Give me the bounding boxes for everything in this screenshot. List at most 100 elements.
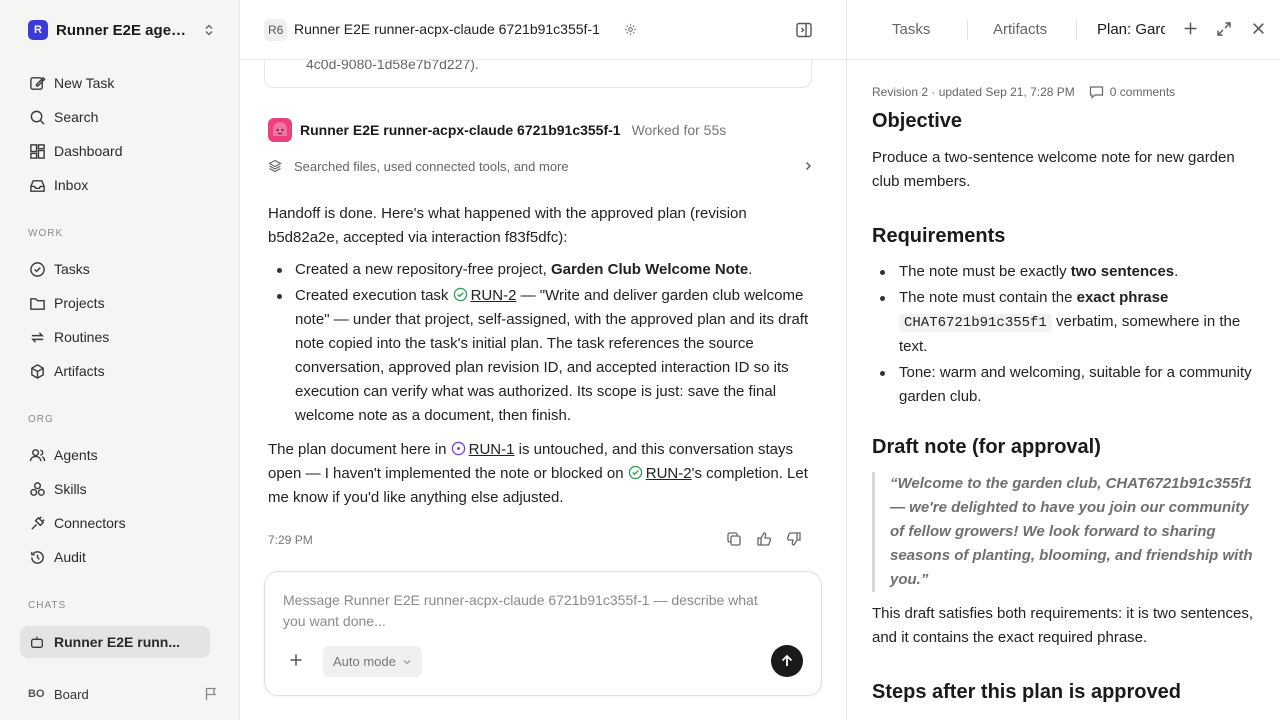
thumbs-down-icon[interactable]: [786, 531, 802, 547]
mode-selector[interactable]: Auto mode: [323, 646, 422, 677]
message-input[interactable]: [283, 590, 783, 636]
run-2-link[interactable]: RUN-2: [646, 465, 692, 482]
message-bullet: Created a new repository-free project, G…: [268, 258, 816, 282]
chat-title: Runner E2E runner-acpx-claude 6721b91c35…: [294, 21, 600, 37]
tool-summary-label: Searched files, used connected tools, an…: [294, 158, 569, 174]
plan-panel: Tasks Artifacts Plan: Garden Club Welcom…: [846, 0, 1280, 720]
tab-tasks[interactable]: Tasks: [892, 20, 930, 40]
workspace-switcher[interactable]: R Runner E2E agen...: [20, 16, 216, 44]
sidebar-item-tasks[interactable]: Tasks: [20, 252, 210, 286]
close-icon[interactable]: [1251, 21, 1266, 36]
expand-icon[interactable]: [1216, 21, 1232, 37]
agent-message-body: Handoff is done. Here's what happened wi…: [268, 202, 816, 516]
chat-pane: 4c0d-9080-1d58e7b7d227). R6 Runner E2E r…: [240, 0, 846, 720]
repeat-icon: [28, 328, 46, 346]
send-button[interactable]: [771, 645, 803, 677]
box-icon: [28, 362, 46, 380]
section-label-org: ORG: [28, 414, 54, 425]
sidebar-item-connectors[interactable]: Connectors: [20, 506, 210, 540]
requirement-item: The note must be exactly two sentences.: [872, 260, 1264, 284]
copy-icon[interactable]: [726, 531, 742, 547]
flag-icon[interactable]: [204, 687, 218, 701]
board-row[interactable]: BO Board: [28, 682, 218, 706]
arrow-up-icon: [780, 654, 794, 668]
sidebar-item-audit[interactable]: Audit: [20, 540, 210, 574]
section-label-chats: CHATS: [28, 600, 67, 611]
plus-icon[interactable]: [289, 653, 303, 667]
avatar: BO: [28, 688, 45, 700]
plug-icon: [28, 514, 46, 532]
requirement-text: .: [1174, 263, 1179, 280]
folder-icon: [28, 294, 46, 312]
revision-info: Revision 2 · updated Sep 21, 7:28 PM 0 c…: [872, 83, 1175, 101]
sidebar-item-dashboard[interactable]: Dashboard: [20, 134, 210, 168]
run-1-link[interactable]: RUN-1: [469, 441, 515, 458]
requirements-heading: Requirements: [872, 225, 1006, 247]
requirement-emphasis: exact phrase: [1076, 289, 1169, 306]
bullet-text: Created a new repository-free project,: [295, 261, 551, 278]
sidebar-top-nav: New Task Search Dashboard Inbox: [20, 66, 210, 202]
sidebar-item-label: Artifacts: [54, 363, 105, 379]
bullet-text: — "Write and deliver garden club welcome…: [295, 287, 809, 424]
toggle-panel-icon[interactable]: [795, 21, 813, 39]
objective-text: Produce a two-sentence welcome note for …: [872, 149, 1235, 190]
search-icon: [28, 108, 46, 126]
tab-divider: [1076, 20, 1077, 40]
tab-artifacts[interactable]: Artifacts: [993, 20, 1047, 40]
settings-icon[interactable]: [624, 23, 637, 36]
comments-button[interactable]: 0 comments: [1089, 85, 1175, 99]
sidebar-item-label: Connectors: [54, 515, 126, 531]
layers-icon: [268, 159, 282, 173]
sidebar-item-label: Skills: [54, 481, 87, 497]
bullet-text: Created execution task: [295, 287, 453, 304]
sidebar-item-search[interactable]: Search: [20, 100, 210, 134]
chevron-up-down-icon: [202, 23, 216, 37]
requirement-text: The note must contain the: [899, 289, 1077, 306]
history-icon: [28, 548, 46, 566]
agent-avatar: [268, 118, 292, 142]
requirement-text: The note must be exactly: [899, 263, 1071, 280]
message-composer: Auto mode: [264, 571, 822, 696]
section-label-work: WORK: [28, 228, 64, 239]
requirement-emphasis: two sentences: [1070, 263, 1175, 280]
sidebar-org-nav: Agents Skills Connectors Audit: [20, 438, 210, 574]
sidebar-item-projects[interactable]: Projects: [20, 286, 210, 320]
bot-icon: [28, 633, 46, 651]
tool-activity-summary[interactable]: Searched files, used connected tools, an…: [268, 156, 814, 176]
sidebar-item-inbox[interactable]: Inbox: [20, 168, 210, 202]
comments-count: 0 comments: [1109, 85, 1176, 99]
sidebar-item-new-task[interactable]: New Task: [20, 66, 210, 100]
edit-icon: [28, 74, 46, 92]
chevron-down-icon: [402, 657, 412, 667]
sidebar-item-skills[interactable]: Skills: [20, 472, 210, 506]
sidebar-item-artifacts[interactable]: Artifacts: [20, 354, 210, 388]
worked-duration: Worked for 55s: [631, 122, 727, 138]
tab-divider: [967, 20, 968, 40]
requirement-item: Tone: warm and welcoming, suitable for a…: [872, 361, 1264, 409]
in-progress-icon: [451, 441, 466, 456]
sidebar-work-nav: Tasks Projects Routines Artifacts: [20, 252, 210, 388]
plan-document: Objective Produce a two-sentence welcome…: [872, 108, 1264, 705]
paragraph-text: The plan document here in: [268, 441, 451, 458]
sidebar-chats-nav: Runner E2E runn...: [20, 626, 210, 658]
sidebar-item-routines[interactable]: Routines: [20, 320, 210, 354]
draft-summary: This draft satisfies both requirements: …: [872, 605, 1253, 646]
plus-icon[interactable]: [1183, 21, 1198, 36]
chat-badge: R6: [264, 19, 288, 41]
agent-message-header: Runner E2E runner-acpx-claude 6721b91c35…: [268, 118, 726, 142]
dashboard-icon: [28, 142, 46, 160]
inbox-icon: [28, 176, 46, 194]
sidebar-item-label: Dashboard: [54, 143, 123, 159]
run-2-link[interactable]: RUN-2: [471, 287, 517, 304]
tab-plan[interactable]: Plan: Garden Club Welcome Note: [1097, 20, 1165, 40]
sidebar-item-label: Tasks: [54, 261, 90, 277]
sidebar-item-agents[interactable]: Agents: [20, 438, 210, 472]
project-name: Garden Club Welcome Note: [550, 261, 749, 278]
sidebar-chat-item[interactable]: Runner E2E runn...: [20, 626, 210, 658]
sidebar-item-label: Projects: [54, 295, 105, 311]
thumbs-up-icon[interactable]: [756, 531, 772, 547]
sidebar-item-label: Search: [54, 109, 99, 125]
draft-heading: Draft note (for approval): [872, 436, 1101, 458]
sidebar-item-label: Routines: [54, 329, 110, 345]
draft-quote: “Welcome to the garden club, CHAT6721b91…: [872, 472, 1264, 592]
